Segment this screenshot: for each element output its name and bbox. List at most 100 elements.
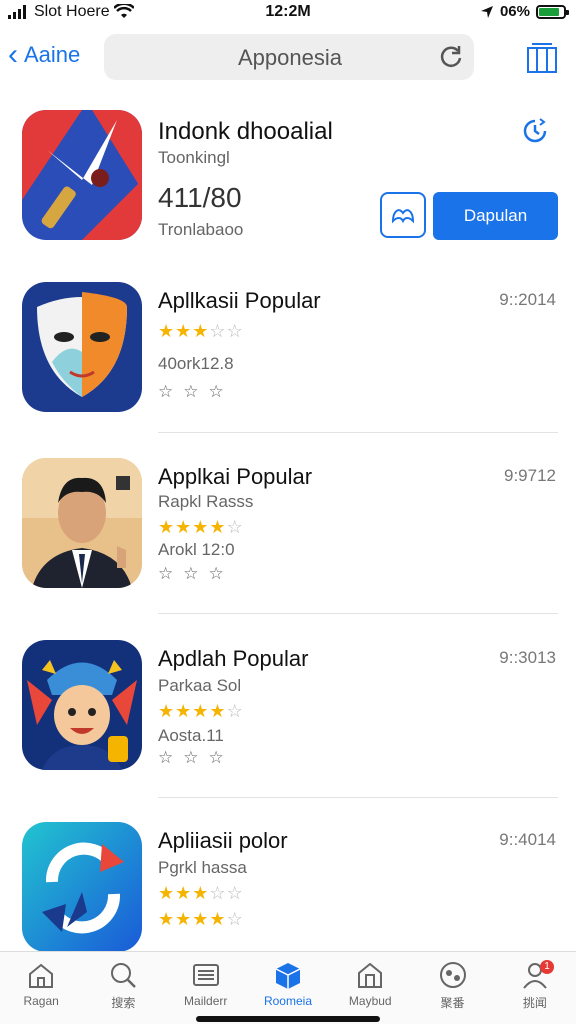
app-icon-character	[22, 640, 142, 770]
divider	[158, 432, 558, 433]
tab-home[interactable]: Ragan	[0, 952, 82, 1024]
star-empty-icon: ☆	[226, 321, 243, 341]
back-button[interactable]: ‹ Aaine	[8, 40, 80, 70]
tab-label: 搜索	[111, 996, 136, 1010]
star-filled-icon: ★	[209, 909, 226, 929]
star-filled-icon: ★	[175, 701, 192, 721]
app-subtitle: Rapkl Rasss	[158, 492, 254, 511]
app-icon-person	[22, 458, 142, 588]
featured-number: 411/80	[158, 182, 242, 213]
rate-icon[interactable]: ☆	[158, 564, 173, 584]
star-empty-icon: ☆	[209, 321, 226, 341]
app-time: 9:9712	[504, 466, 556, 485]
columns-icon[interactable]	[526, 42, 558, 74]
star-filled-icon: ★	[192, 321, 209, 341]
app-icon-sync	[22, 822, 142, 952]
rating-stars: ★ ★ ★ ★ ☆	[158, 702, 243, 720]
star-filled-icon: ★	[158, 517, 175, 537]
nav-bar: ‹ Aaine	[0, 32, 576, 84]
reload-icon[interactable]	[438, 44, 464, 70]
tab-profile[interactable]: 挑闻 1	[494, 952, 576, 1024]
back-label: Aaine	[24, 42, 81, 67]
tab-label: Ragan	[23, 994, 59, 1008]
game-icon	[439, 962, 466, 988]
rating-stars-secondary: ★ ★ ★ ★ ☆	[158, 910, 243, 928]
app-title: Applkai Popular	[158, 464, 313, 489]
rating-stars: ★ ★ ★ ★ ☆	[158, 518, 243, 536]
tab-search[interactable]: 搜索	[82, 952, 164, 1024]
star-filled-icon: ★	[192, 909, 209, 929]
star-empty-icon: ☆	[226, 909, 243, 929]
featured-app: Indonk dhooalial Toonkingl 411/80 Tronla…	[0, 108, 576, 248]
tab-label: Mailderr	[184, 994, 228, 1008]
tab-games[interactable]: 聚番	[411, 952, 493, 1024]
divider	[158, 613, 558, 614]
star-filled-icon: ★	[192, 883, 209, 903]
tab-label: 聚番	[440, 996, 465, 1010]
tab-label: 挑闻	[522, 996, 547, 1010]
rating-stars: ★ ★ ★ ☆ ☆	[158, 322, 243, 340]
share-button[interactable]	[380, 192, 426, 238]
star-filled-icon: ★	[158, 909, 175, 929]
row-actions: ☆ ☆ ☆	[158, 382, 224, 402]
rate-icon[interactable]: ☆	[209, 748, 224, 768]
star-empty-icon: ☆	[226, 701, 243, 721]
app-meta: Aosta.11	[158, 726, 224, 745]
tab-apps[interactable]: Roomeia	[247, 952, 329, 1024]
app-subtitle: Parkaa Sol	[158, 676, 242, 695]
featured-subtitle: Toonkingl	[158, 148, 230, 167]
tab-list[interactable]: Mailderr	[165, 952, 247, 1024]
app-title: Apliiasii polor	[158, 828, 288, 853]
rate-icon[interactable]: ☆	[183, 748, 198, 768]
star-filled-icon: ★	[175, 883, 192, 903]
status-bar: Slot Hoere 12:2M 06%	[0, 0, 576, 26]
hands-icon	[391, 209, 415, 224]
star-empty-icon: ☆	[226, 517, 243, 537]
star-filled-icon: ★	[192, 701, 209, 721]
rate-icon[interactable]: ☆	[209, 382, 224, 402]
search-input[interactable]	[138, 34, 442, 82]
battery-icon	[536, 4, 569, 19]
tab-bar: Ragan 搜索 Mailderr Roomeia Maybud 聚番 挑闻 1	[0, 951, 576, 1024]
row-actions: ☆ ☆ ☆	[158, 564, 224, 584]
app-time: 9::2014	[499, 290, 556, 309]
star-filled-icon: ★	[158, 321, 175, 341]
get-button[interactable]: Dapulan	[433, 192, 558, 240]
app-time: 9::3013	[499, 648, 556, 667]
rate-icon[interactable]: ☆	[183, 564, 198, 584]
battery-percent: 06%	[499, 3, 530, 20]
divider	[158, 797, 558, 798]
rating-stars: ★ ★ ★ ☆ ☆	[158, 884, 243, 902]
star-empty-icon: ☆	[226, 883, 243, 903]
star-filled-icon: ★	[175, 517, 192, 537]
app-meta: 40ork12.8	[158, 354, 234, 373]
status-right: 06%	[480, 3, 569, 20]
featured-app-icon[interactable]	[22, 110, 142, 240]
star-filled-icon: ★	[175, 321, 192, 341]
box-icon	[275, 963, 301, 989]
notification-badge: 1	[539, 960, 554, 974]
search-icon	[111, 963, 137, 988]
location-icon	[480, 5, 493, 18]
list-icon	[192, 964, 219, 986]
history-icon[interactable]	[520, 116, 550, 146]
chevron-left-icon: ‹	[8, 38, 18, 71]
star-filled-icon: ★	[158, 883, 175, 903]
store-icon	[358, 962, 383, 988]
rate-icon[interactable]: ☆	[183, 382, 198, 402]
search-bar	[104, 34, 474, 82]
rate-icon[interactable]: ☆	[158, 382, 173, 402]
rate-icon[interactable]: ☆	[158, 748, 173, 768]
tab-label: Maybud	[348, 994, 392, 1008]
app-meta: Arokl 12:0	[158, 540, 235, 559]
star-filled-icon: ★	[158, 701, 175, 721]
app-subtitle: Pgrkl hassa	[158, 858, 247, 877]
home-icon	[29, 963, 54, 988]
star-filled-icon: ★	[209, 701, 226, 721]
app-title: Apdlah Popular	[158, 646, 309, 671]
tab-store[interactable]: Maybud	[329, 952, 411, 1024]
tab-label: Roomeia	[263, 994, 312, 1008]
rate-icon[interactable]: ☆	[209, 564, 224, 584]
featured-title: Indonk dhooalial	[158, 118, 333, 145]
row-actions: ☆ ☆ ☆	[158, 748, 224, 768]
